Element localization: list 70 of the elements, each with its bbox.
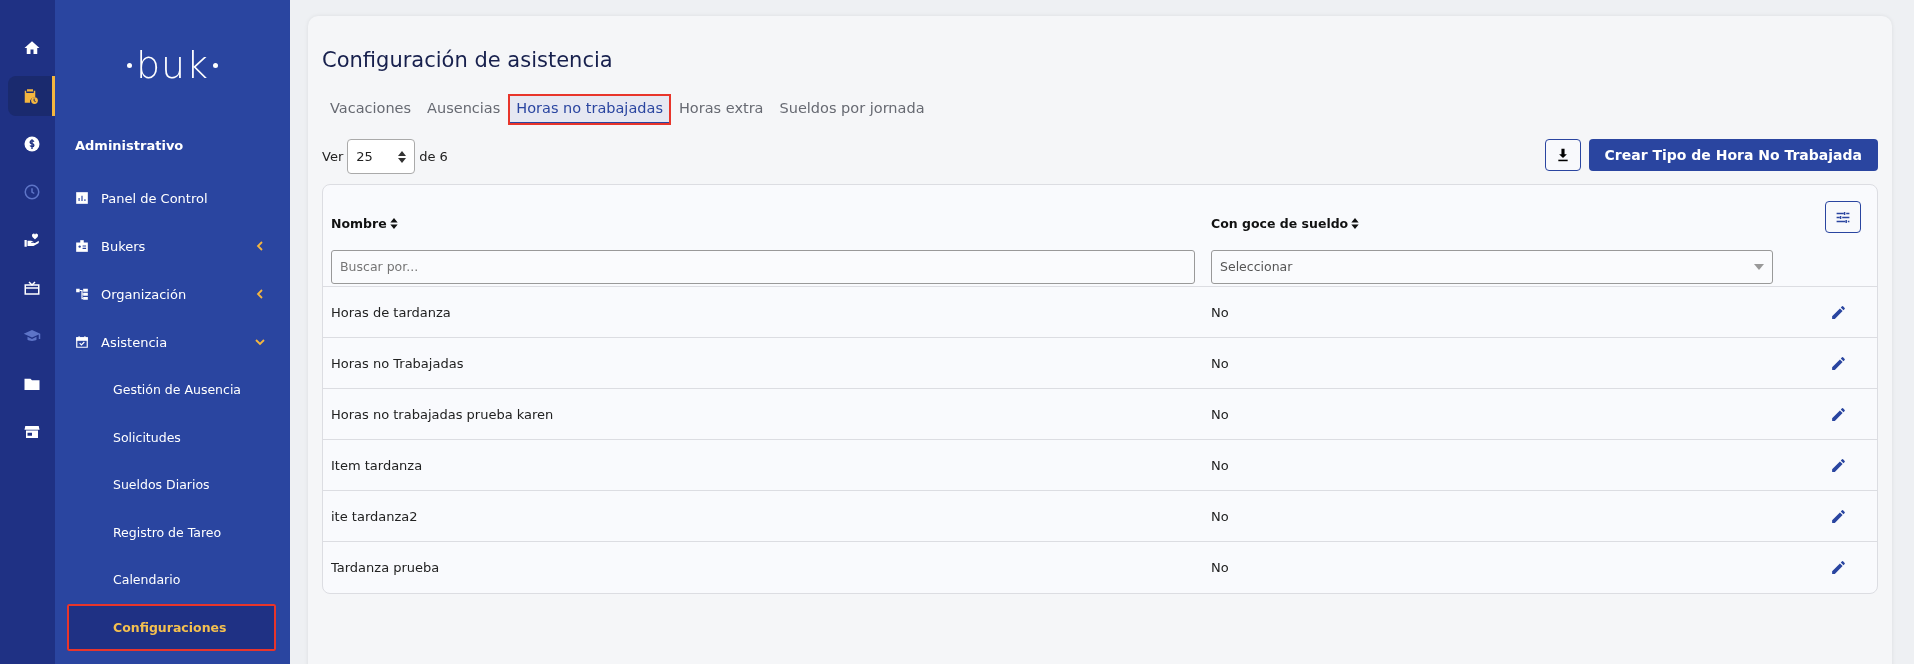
table-cell-text: ite tardanza2 bbox=[331, 508, 419, 524]
page-size-select[interactable]: 25 bbox=[347, 139, 416, 174]
pencil-icon bbox=[1830, 456, 1847, 474]
edit-button[interactable] bbox=[1830, 303, 1847, 321]
sort-icon bbox=[1351, 217, 1360, 229]
sidebar-subitem[interactable]: Registro de Tareo bbox=[67, 508, 276, 556]
pencil-icon bbox=[1830, 405, 1847, 423]
sidebar-subitem[interactable]: Calendario bbox=[67, 556, 276, 604]
clock-icon bbox=[22, 183, 41, 201]
store-icon bbox=[22, 423, 41, 441]
calendar-check-icon bbox=[75, 335, 89, 349]
table-cell-text: No bbox=[1211, 457, 1230, 473]
edit-button[interactable] bbox=[1830, 456, 1847, 474]
pager-total: de 6 bbox=[419, 149, 448, 164]
sidebar-item[interactable]: Bukers bbox=[55, 222, 290, 270]
download-icon bbox=[1555, 147, 1570, 162]
tab[interactable]: Horas extra bbox=[670, 94, 772, 125]
edit-button[interactable] bbox=[1830, 507, 1847, 525]
dropdown-arrow-icon bbox=[1754, 263, 1764, 270]
tab[interactable]: Ausencias bbox=[419, 94, 509, 125]
dollar-icon bbox=[22, 135, 41, 153]
tab[interactable]: Horas no trabajadas bbox=[508, 94, 671, 125]
search-field[interactable]: Buscar por... bbox=[331, 249, 1195, 284]
filter-select[interactable]: Seleccionar bbox=[1211, 249, 1773, 284]
tab[interactable]: Sueldos por jornada bbox=[771, 94, 933, 125]
edit-button[interactable] bbox=[1830, 354, 1847, 372]
edit-button[interactable] bbox=[1830, 559, 1847, 576]
pencil-icon bbox=[1830, 303, 1847, 321]
sort-icon bbox=[398, 150, 407, 163]
sidebar-subitem[interactable]: Sueldos Diarios bbox=[67, 461, 276, 509]
table-cell-text: No bbox=[1211, 406, 1230, 422]
hierarchy-icon bbox=[75, 287, 89, 301]
logo-text: buk bbox=[135, 46, 210, 84]
table-cell-text: Horas no trabajadas prueba karen bbox=[331, 406, 555, 422]
edit-button[interactable] bbox=[1830, 405, 1847, 423]
table-cell-text: No bbox=[1211, 508, 1230, 524]
sidebar-nav-button[interactable] bbox=[8, 76, 55, 116]
table-cell-text: Horas no Trabajadas bbox=[331, 355, 465, 371]
sidebar-subitem[interactable]: Gestión de Ausencia bbox=[67, 366, 276, 414]
table-cell-text: Tardanza prueba bbox=[331, 560, 441, 575]
page-title: Configuración de asistencia bbox=[322, 48, 614, 72]
column-header[interactable]: Con goce de sueldo bbox=[1211, 213, 1789, 233]
table-cell-text: Horas de tardanza bbox=[331, 304, 452, 320]
download-button[interactable] bbox=[1544, 138, 1581, 171]
sidebar-item[interactable]: Panel de Control bbox=[55, 174, 290, 222]
pencil-icon bbox=[1830, 354, 1847, 372]
sort-icon bbox=[389, 217, 398, 229]
logo-dot bbox=[126, 62, 132, 68]
pencil-icon bbox=[1830, 507, 1847, 525]
pencil-icon bbox=[1830, 559, 1847, 576]
logo-dot bbox=[213, 62, 219, 68]
sidebar-subitem[interactable]: Solicitudes bbox=[67, 413, 276, 461]
sidebar-item[interactable]: Asistencia bbox=[55, 318, 290, 366]
table-cell-text: No bbox=[1211, 304, 1230, 320]
hand-heart-icon bbox=[22, 231, 41, 249]
column-settings-button[interactable] bbox=[1825, 201, 1861, 233]
sidebar-item[interactable]: Organización bbox=[55, 270, 290, 318]
tab[interactable]: Vacaciones bbox=[322, 94, 420, 125]
id-badge-icon bbox=[75, 239, 89, 253]
table-cell-text: No bbox=[1211, 560, 1230, 575]
create-button[interactable]: Crear Tipo de Hora No Trabajada bbox=[1588, 138, 1878, 171]
table-cell-text: Item tardanza bbox=[331, 457, 424, 473]
sliders-icon bbox=[1835, 209, 1851, 225]
pager-label: Ver bbox=[322, 149, 344, 164]
table-cell-text: No bbox=[1211, 355, 1230, 371]
column-header[interactable]: Nombre bbox=[331, 213, 1211, 233]
chart-icon bbox=[75, 191, 89, 205]
sidebar-subitem[interactable]: Configuraciones bbox=[67, 603, 276, 651]
home-icon bbox=[22, 39, 41, 57]
section-heading: Administrativo bbox=[74, 137, 185, 155]
